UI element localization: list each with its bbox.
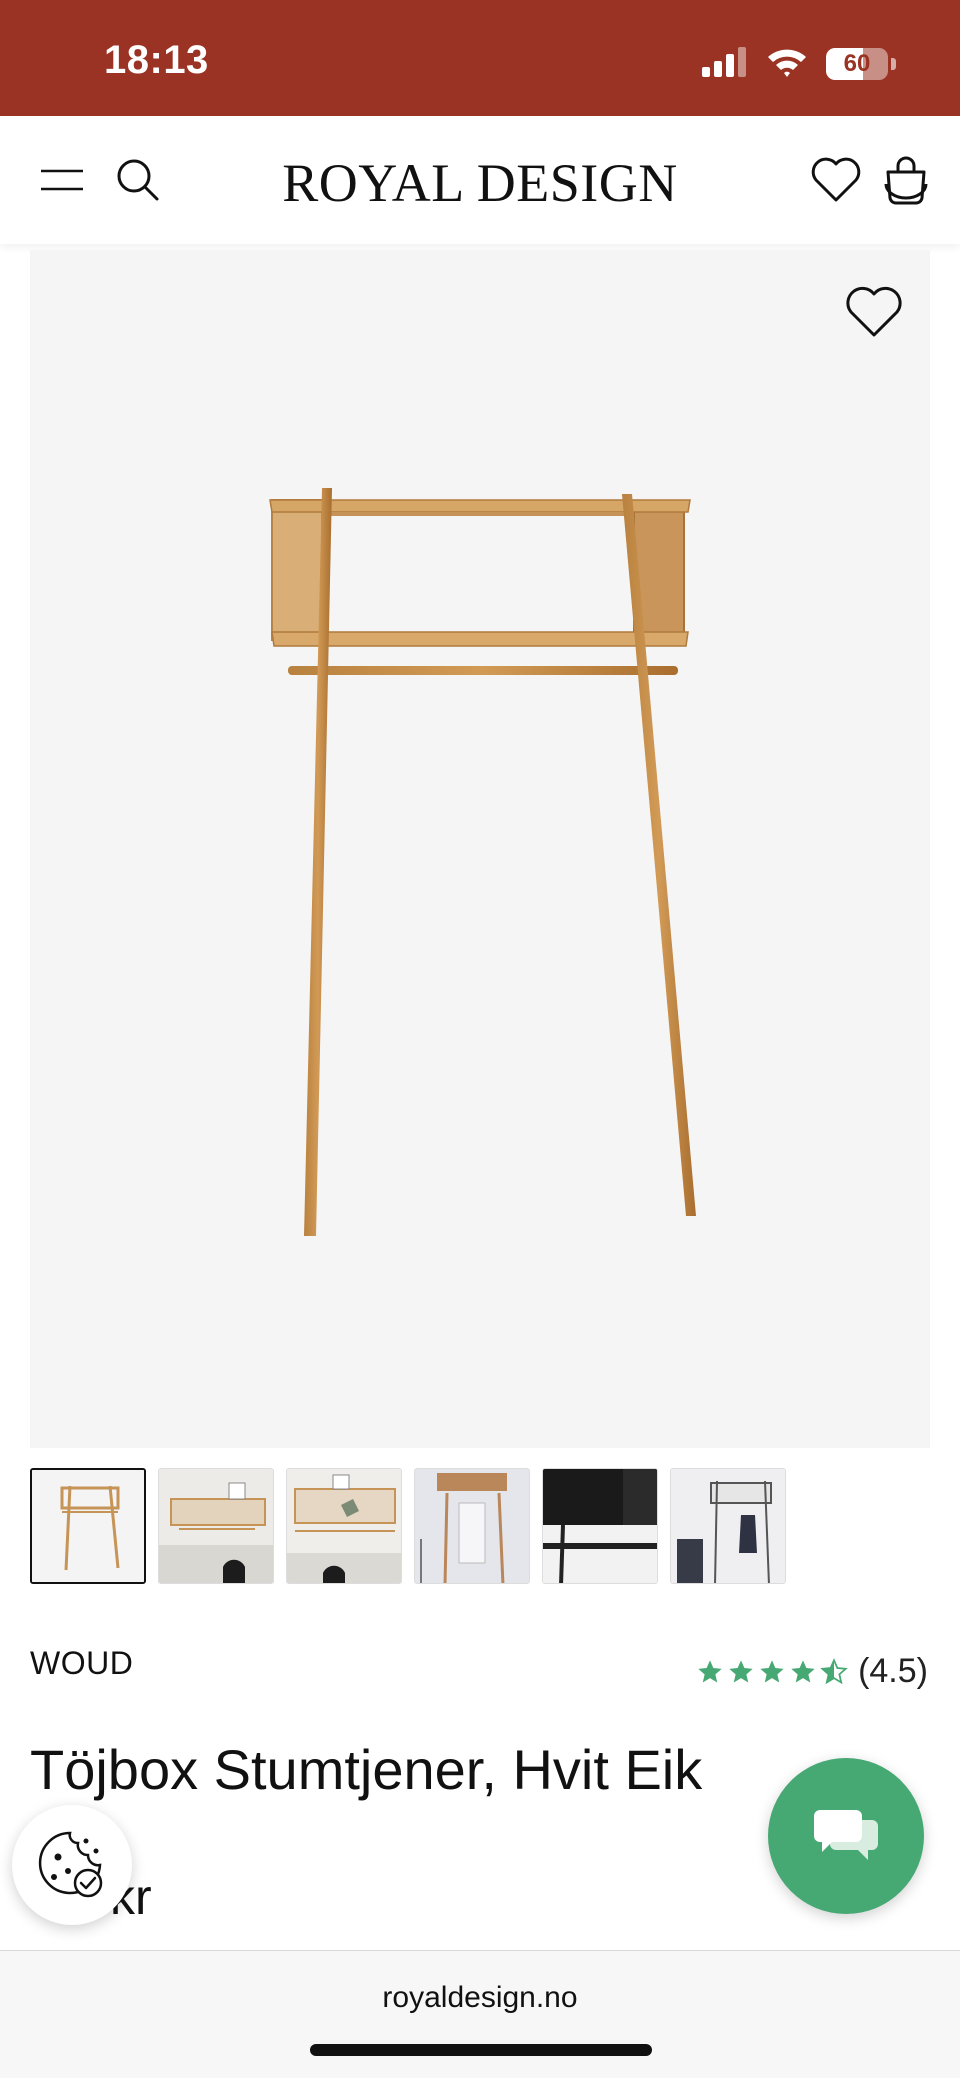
status-indicators: 60 bbox=[702, 44, 896, 84]
product-rating[interactable]: (4.5) bbox=[696, 1652, 928, 1691]
wifi-icon bbox=[766, 46, 808, 83]
status-bar: 18:13 60 bbox=[0, 0, 960, 116]
heart-icon[interactable] bbox=[810, 154, 862, 206]
thumbnail-3[interactable] bbox=[286, 1468, 402, 1584]
product-title: Töjbox Stumtjener, Hvit Eik bbox=[30, 1738, 703, 1801]
product-brand[interactable]: WOUD bbox=[30, 1645, 133, 1682]
chat-button[interactable] bbox=[768, 1758, 924, 1914]
star-half-icon bbox=[820, 1657, 848, 1684]
cookie-settings-button[interactable] bbox=[12, 1805, 132, 1925]
thumbnail-1[interactable] bbox=[30, 1468, 146, 1584]
star-full-icon bbox=[760, 1659, 784, 1682]
browser-url-bar[interactable]: royaldesign.no bbox=[0, 1950, 960, 2078]
star-full-icon bbox=[698, 1659, 722, 1682]
url-text: royaldesign.no bbox=[382, 1981, 578, 2014]
cookie-settings-icon bbox=[38, 1831, 103, 1898]
star-full-icon bbox=[791, 1659, 815, 1682]
thumbnail-5[interactable] bbox=[542, 1468, 658, 1584]
battery-tip bbox=[891, 58, 896, 70]
thumbnail-6[interactable] bbox=[670, 1468, 786, 1584]
battery-indicator: 60 bbox=[826, 48, 888, 80]
thumbnail-4[interactable] bbox=[414, 1468, 530, 1584]
rating-stars bbox=[696, 1657, 848, 1686]
clothes-rack-image bbox=[269, 488, 696, 1236]
rating-value: (4.5) bbox=[858, 1652, 928, 1690]
battery-percent: 60 bbox=[843, 50, 871, 77]
add-to-favorites-heart-icon[interactable] bbox=[842, 280, 906, 344]
product-hero-image[interactable] bbox=[30, 250, 930, 1448]
star-full-icon bbox=[729, 1659, 753, 1682]
shopping-bag-icon[interactable] bbox=[880, 154, 932, 206]
cellular-signal-icon bbox=[702, 46, 748, 82]
site-header: ROYAL DESIGN bbox=[0, 116, 960, 244]
thumbnail-strip bbox=[30, 1468, 786, 1584]
home-indicator[interactable] bbox=[310, 2044, 652, 2056]
chat-bubbles-icon bbox=[814, 1810, 878, 1860]
status-time: 18:13 bbox=[104, 38, 209, 82]
thumbnail-2[interactable] bbox=[158, 1468, 274, 1584]
